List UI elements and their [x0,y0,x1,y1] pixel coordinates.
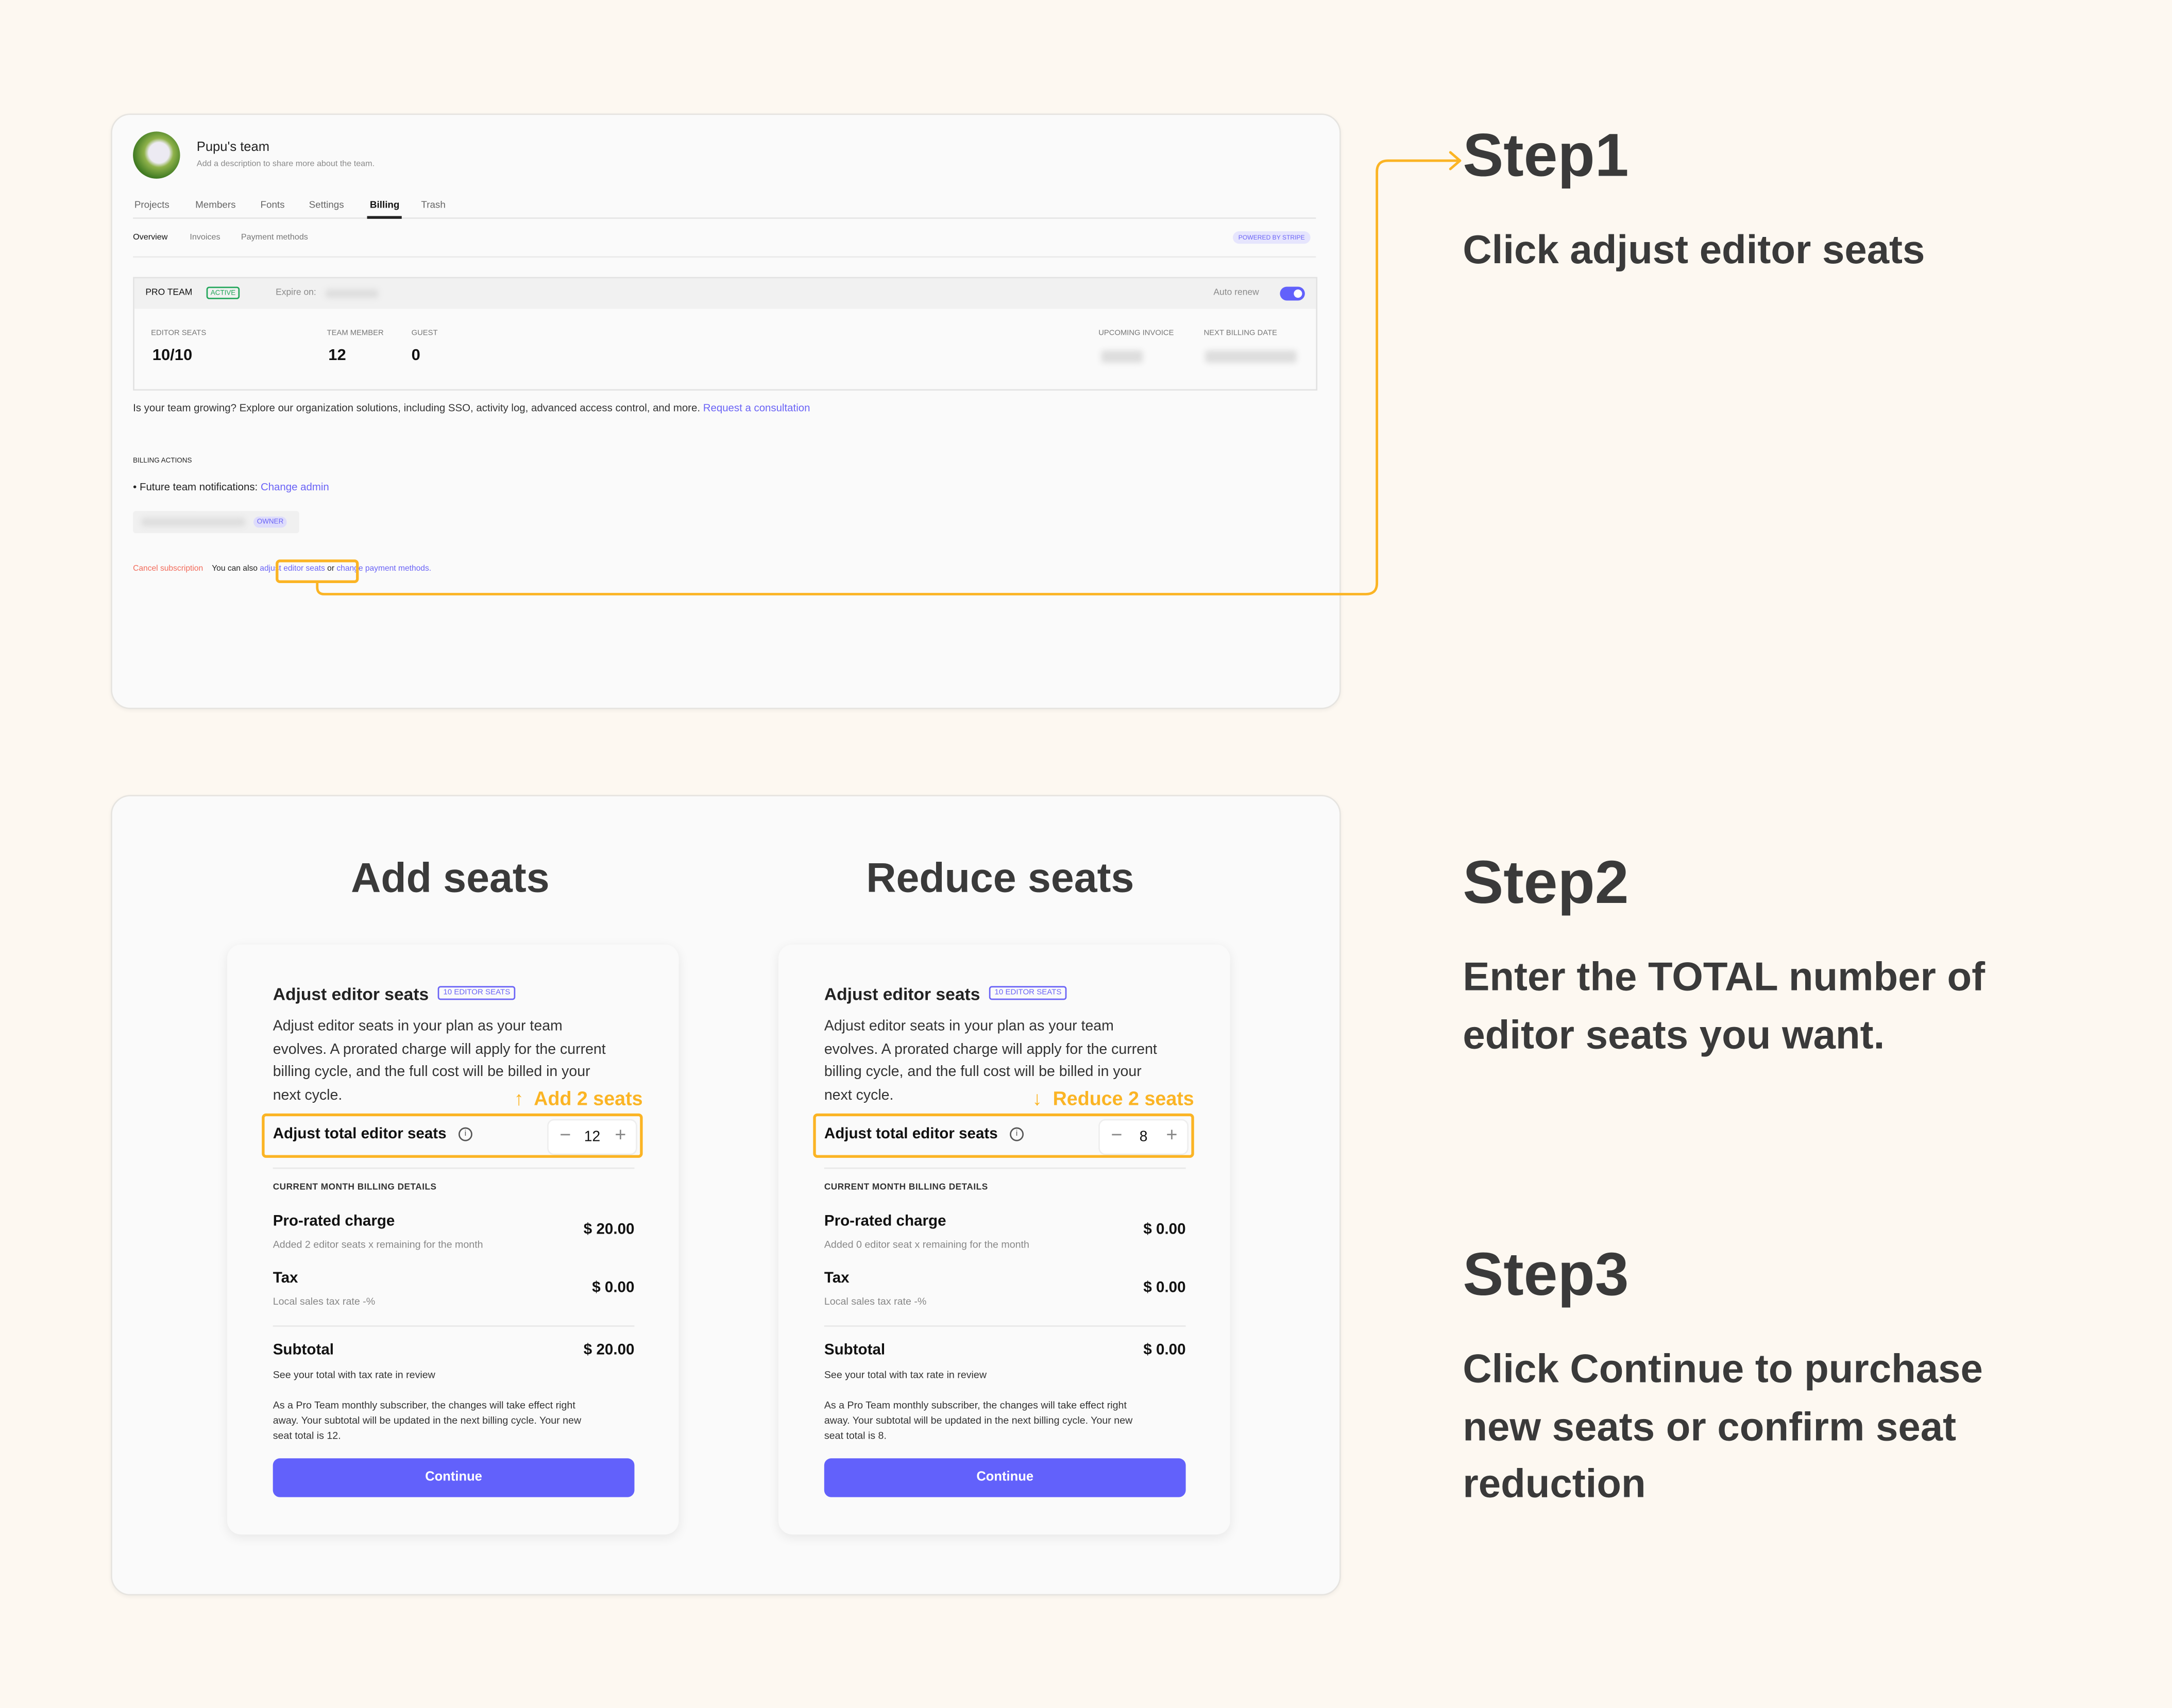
description-line: Adjust editor seats in your plan as your… [824,1018,1114,1035]
editor-seats-badge: 10 EDITOR SEATS [437,986,516,1000]
description-line: evolves. A prorated charge will apply fo… [273,1040,606,1058]
prorated-label: Pro-rated charge [824,1213,946,1230]
adjust-seats-card: Adjust editor seats 10 EDITOR SEATS Adju… [778,944,1230,1535]
info-icon[interactable]: i [458,1127,472,1141]
subtotal-label: Subtotal [273,1342,334,1359]
step2-text-line2: editor seats you want. [1463,1014,1885,1058]
note-line: seat total is 12. [273,1429,341,1442]
divider [273,1325,635,1327]
stepper-label: Adjust total editor seats [824,1125,998,1143]
step1-title: Step1 [1463,122,1629,190]
increment-button[interactable]: + [615,1123,626,1146]
adjust-seats-card: Adjust editor seats 10 EDITOR SEATS Adju… [227,944,679,1535]
annotation-text: Reduce 2 seats [1053,1087,1194,1109]
seat-change-annotation: ↑ Add 2 seats [514,1087,643,1109]
continue-button[interactable]: Continue [824,1458,1186,1497]
stepper-label: Adjust total editor seats [273,1125,447,1143]
note-line: away. Your subtotal will be updated in t… [273,1414,582,1427]
step3-text-line2: new seats or confirm seat [1463,1406,1957,1450]
subscriber-note: As a Pro Team monthly subscriber, the ch… [824,1397,1132,1443]
tax-sub: Local sales tax rate -% [273,1295,376,1308]
increment-button[interactable]: + [1166,1123,1177,1146]
continue-button[interactable]: Continue [273,1458,635,1497]
prorated-amount: $ 0.00 [1143,1221,1186,1238]
description-line: billing cycle, and the full cost will be… [824,1064,1142,1081]
subtotal-label: Subtotal [824,1342,886,1359]
arrow-icon: ↑ [514,1087,524,1109]
example-heading: Add seats [351,856,550,902]
subscriber-note: As a Pro Team monthly subscriber, the ch… [273,1397,581,1443]
note-line: seat total is 8. [824,1429,887,1442]
subtotal-amount: $ 0.00 [1143,1342,1186,1359]
prorated-label: Pro-rated charge [273,1213,395,1230]
tax-amount: $ 0.00 [1143,1279,1186,1296]
note-line: As a Pro Team monthly subscriber, the ch… [273,1398,575,1411]
subtotal-sub: See your total with tax rate in review [273,1368,435,1381]
prorated-amount: $ 20.00 [583,1221,635,1238]
note-line: away. Your subtotal will be updated in t… [824,1414,1133,1427]
description-line: billing cycle, and the full cost will be… [273,1064,590,1081]
tax-sub: Local sales tax rate -% [824,1295,927,1308]
info-icon[interactable]: i [1010,1127,1024,1141]
tax-label: Tax [273,1270,298,1287]
step2-text-line1: Enter the TOTAL number of [1463,955,1986,1000]
seat-change-annotation: ↓ Reduce 2 seats [1032,1087,1194,1109]
arrow-icon: ↓ [1032,1087,1042,1109]
step3-title: Step3 [1463,1241,1629,1309]
billing-details-heading: CURRENT MONTH BILLING DETAILS [273,1183,437,1193]
note-line: As a Pro Team monthly subscriber, the ch… [824,1398,1127,1411]
divider [273,1167,635,1169]
divider [824,1167,1186,1169]
step3-text-line1: Click Continue to purchase [1463,1347,1983,1392]
description-line: evolves. A prorated charge will apply fo… [824,1040,1157,1058]
seat-stepper: − 8 + [1098,1119,1189,1155]
divider [824,1325,1186,1327]
step2-title: Step2 [1463,849,1629,917]
annotation-text: Add 2 seats [534,1087,643,1109]
seat-stepper: − 12 + [547,1119,637,1155]
prorated-sub: Added 2 editor seats x remaining for the… [273,1238,483,1251]
tax-amount: $ 0.00 [592,1279,635,1296]
subtotal-sub: See your total with tax rate in review [824,1368,987,1381]
tutorial-canvas: Pupu's team Add a description to share m… [0,0,2172,1707]
card-title: Adjust editor seats [824,984,980,1004]
editor-seats-badge: 10 EDITOR SEATS [989,986,1067,1000]
card-title: Adjust editor seats [273,984,429,1004]
description-line: Adjust editor seats in your plan as your… [273,1018,563,1035]
step3-text-line3: reduction [1463,1462,1646,1507]
prorated-sub: Added 0 editor seat x remaining for the … [824,1238,1029,1251]
billing-details-heading: CURRENT MONTH BILLING DETAILS [824,1183,988,1193]
example-heading: Reduce seats [866,856,1134,902]
subtotal-amount: $ 20.00 [583,1342,635,1359]
tax-label: Tax [824,1270,850,1287]
step1-text: Click adjust editor seats [1463,228,1925,273]
